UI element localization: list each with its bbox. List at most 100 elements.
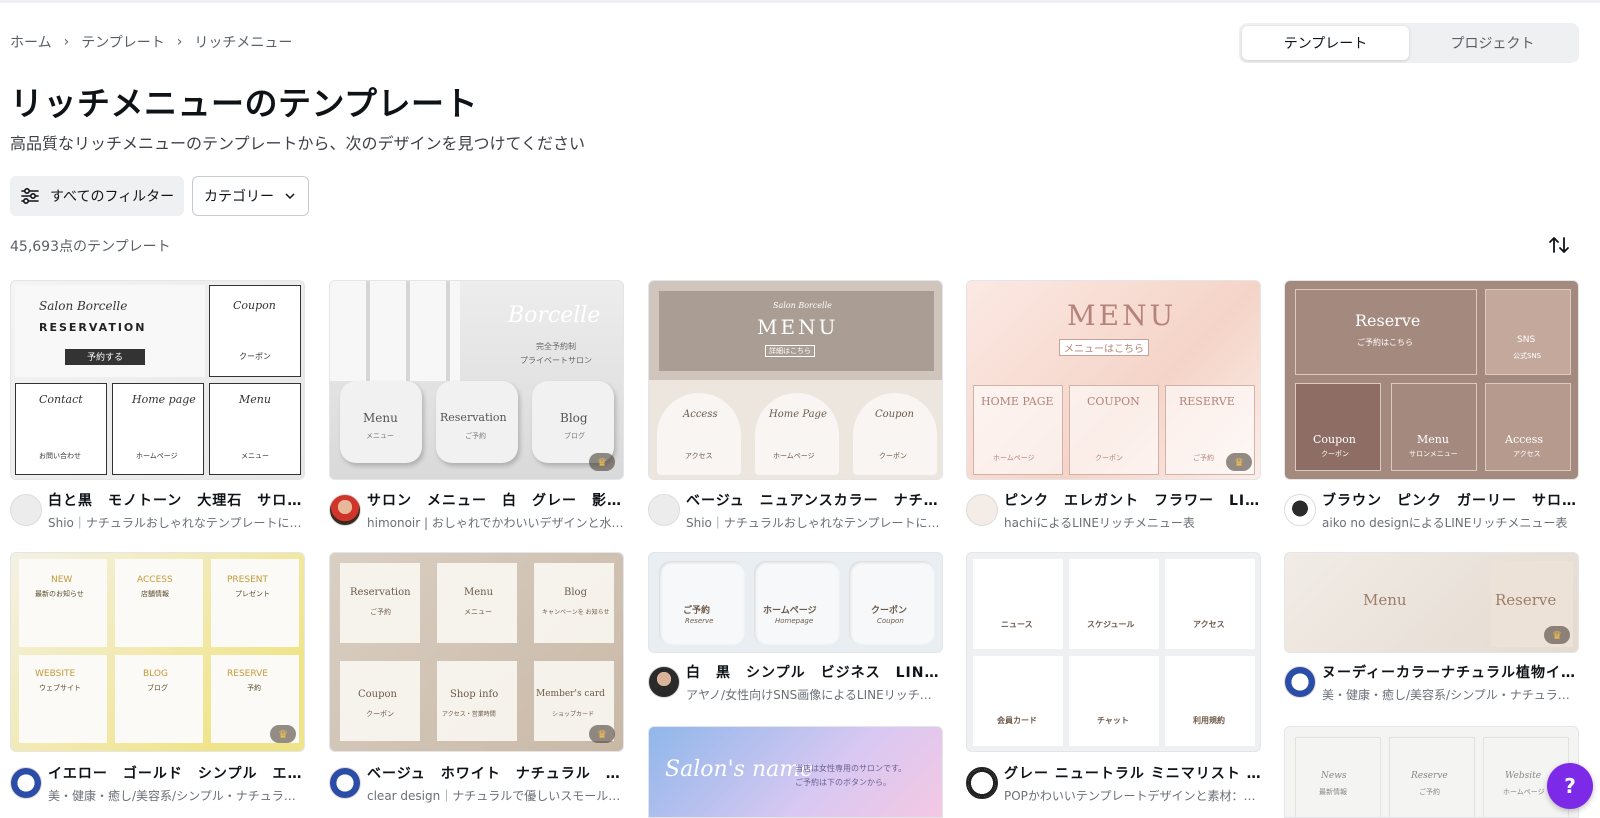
thumb-text: Homepage — [775, 617, 814, 625]
template-author[interactable]: Shio｜ナチュラルおしゃれなテンプレートに… — [686, 514, 943, 531]
all-filters-button[interactable]: すべてのフィルター — [10, 176, 184, 216]
thumb-text: ご予約はこちら — [1357, 338, 1413, 347]
thumb-text: Coupon — [877, 617, 904, 625]
template-author[interactable]: himonoir | おしゃれでかわいいデザインと水… — [367, 514, 624, 531]
breadcrumb-home[interactable]: ホーム — [10, 32, 52, 52]
template-title[interactable]: ブラウン ピンク ガーリー サロン… — [1322, 490, 1579, 510]
thumb-text: MENU — [1067, 299, 1177, 332]
thumb-text: Borcelle — [508, 303, 601, 328]
thumb-text: お問い合わせ — [39, 452, 81, 460]
crown-icon: ♛ — [1544, 626, 1570, 644]
breadcrumb-templates[interactable]: テンプレート — [81, 32, 165, 52]
thumb-text: Menu — [363, 411, 398, 425]
template-title[interactable]: 白と黒 モノトーン 大理石 サロン… — [48, 490, 305, 510]
thumb-text: 公式SNS — [1513, 352, 1542, 360]
thumb-text: アクセス — [1513, 450, 1541, 458]
template-author[interactable]: アヤノ/女性向けSNS画像によるLINEリッチメ… — [686, 686, 943, 703]
template-card-7[interactable]: Reservation ご予約 Menu メニュー Blog キャンペーンを お… — [329, 552, 624, 752]
thumb-text: ご予約 — [1193, 454, 1214, 462]
thumb-text: Salon's name — [665, 757, 814, 782]
template-meta-10: ヌーディーカラーナチュラル植物イラ… 美・健康・癒し/美容系/シンプル・ナチュラル… — [1284, 662, 1579, 703]
template-author[interactable]: clear design｜ナチュラルで優しいスモールビ… — [367, 787, 624, 804]
thumb-text: ブログ — [564, 432, 585, 440]
template-card-5[interactable]: Reserve ご予約はこちら SNS 公式SNS Coupon クーポン Me… — [1284, 280, 1579, 480]
thumb-text: アクセス・営業時間 — [442, 711, 496, 718]
template-title[interactable]: ベージュ ニュアンスカラー ナチュ… — [686, 490, 943, 510]
template-card-6[interactable]: NEW 最新のお知らせ ACCESS 店舗情報 PRESENT プレゼント WE… — [10, 552, 305, 752]
thumb-text: クーポン — [1321, 450, 1349, 458]
category-label: カテゴリー — [204, 189, 274, 205]
breadcrumb-current[interactable]: リッチメニュー — [194, 32, 292, 52]
avatar — [1284, 666, 1316, 698]
template-title[interactable]: 白 黒 シンプル ビジネス LINEリ… — [686, 662, 943, 682]
template-meta-8: 白 黒 シンプル ビジネス LINEリ… アヤノ/女性向けSNS画像によるLINE… — [648, 662, 943, 703]
thumb-text: Reserve — [1495, 591, 1557, 609]
sort-icon[interactable] — [1546, 232, 1572, 258]
template-title[interactable]: イエロー ゴールド シンプル エレ… — [48, 763, 305, 783]
view-switcher: テンプレート プロジェクト — [1239, 23, 1579, 63]
thumb-text: 会員カード — [997, 716, 1037, 725]
thumb-text: Coupon — [875, 409, 914, 420]
thumb-text: メニューはこちら — [1059, 339, 1149, 356]
template-card-12[interactable]: News 最新情報 Reserve ご予約 Website ホームページ — [1284, 726, 1579, 818]
thumb-text: MENU — [757, 315, 839, 339]
thumb-text: キャンペーンを お知らせ — [542, 609, 610, 616]
template-card-3[interactable]: Salon Borcelle MENU 詳細はこちら Access アクセス H… — [648, 280, 943, 480]
breadcrumb: ホーム › テンプレート › リッチメニュー — [10, 32, 292, 52]
thumb-text: Coupon — [358, 689, 397, 700]
sliders-icon — [21, 187, 39, 205]
thumb-text: クーポン — [1095, 454, 1123, 462]
thumb-text: HOME PAGE — [981, 395, 1054, 408]
template-author[interactable]: Shio｜ナチュラルおしゃれなテンプレートに… — [48, 514, 305, 531]
template-card-4[interactable]: MENU メニューはこちら HOME PAGE ホームページ COUPON クー… — [966, 280, 1261, 480]
thumb-text: Menu — [464, 587, 494, 598]
thumb-text: Reserve — [1411, 771, 1448, 781]
template-author[interactable]: 美・健康・癒し/美容系/シンプル・ナチュラル… — [1322, 686, 1579, 703]
template-title[interactable]: グレー ニュートラル ミニマリスト シン… — [1004, 763, 1261, 783]
thumb-text: 最新のお知らせ — [35, 590, 84, 598]
avatar — [966, 494, 998, 526]
thumb-text: ご予約 — [683, 606, 711, 616]
category-dropdown[interactable]: カテゴリー — [192, 176, 309, 216]
template-card-1[interactable]: Salon Borcelle RESERVATION 予約する Coupon ク… — [10, 280, 305, 480]
template-meta-1: 白と黒 モノトーン 大理石 サロン… Shio｜ナチュラルおしゃれなテンプレートに… — [10, 490, 305, 531]
thumb-text: Home page — [132, 393, 196, 406]
thumb-text: ウェブサイト — [39, 684, 81, 692]
thumb-text: Salon Borcelle — [773, 301, 832, 310]
thumb-text: Menu — [1417, 433, 1449, 446]
template-card-8[interactable]: ご予約 Reserve ホームページ Homepage クーポン Coupon — [648, 552, 943, 653]
template-title[interactable]: サロン メニュー 白 グレー 影 … — [367, 490, 624, 510]
thumb-text: Reserve — [1355, 311, 1421, 330]
thumb-text: 予約する — [87, 353, 124, 363]
thumb-text: ニュース — [1001, 620, 1033, 629]
thumb-text: Blog — [564, 587, 587, 598]
template-title[interactable]: ヌーディーカラーナチュラル植物イラ… — [1322, 662, 1579, 682]
template-meta-3: ベージュ ニュアンスカラー ナチュ… Shio｜ナチュラルおしゃれなテンプレートに… — [648, 490, 943, 531]
thumb-text: クーポン — [879, 452, 907, 460]
template-author[interactable]: 美・健康・癒し/美容系/シンプル・ナチュラル… — [48, 787, 305, 804]
template-card-9[interactable]: ニュース スケジュール アクセス 会員カード チャット 利用規約 — [966, 552, 1261, 752]
template-author[interactable]: hachiによるLINEリッチメニュー表 — [1004, 514, 1261, 531]
thumb-text: SNS — [1517, 335, 1536, 345]
template-card-10[interactable]: Menu Reserve ♛ — [1284, 552, 1579, 653]
thumb-text: ご予約 — [465, 432, 486, 440]
help-button[interactable]: ? — [1547, 763, 1593, 809]
tab-templates[interactable]: テンプレート — [1242, 26, 1409, 60]
thumb-text: ショップカード — [552, 711, 595, 718]
thumb-text: 店舗情報 — [141, 590, 169, 598]
template-meta-5: ブラウン ピンク ガーリー サロン… aiko no designによるLINEリ… — [1284, 490, 1579, 531]
template-author[interactable]: POPかわいいテンプレートデザインと素材：… — [1004, 787, 1261, 804]
thumb-text: クーポン — [871, 606, 908, 616]
crown-icon: ♛ — [1226, 453, 1252, 471]
template-author[interactable]: aiko no designによるLINEリッチメニュー表 — [1322, 514, 1579, 531]
template-card-2[interactable]: Borcelle 完全予約制 プライベートサロン Menu メニュー Reser… — [329, 280, 624, 480]
thumb-text: クーポン — [366, 710, 394, 718]
template-meta-7: ベージュ ホワイト ナチュラル 押… clear design｜ナチュラルで優しい… — [329, 763, 624, 804]
template-card-11[interactable]: Salon's name 当店は女性専用のサロンです。 ご予約は下のボタンから。 — [648, 726, 943, 818]
tab-projects[interactable]: プロジェクト — [1409, 26, 1576, 60]
template-title[interactable]: ベージュ ホワイト ナチュラル 押… — [367, 763, 624, 783]
thumb-text: ご予約 — [1419, 788, 1440, 796]
avatar — [329, 494, 361, 526]
template-title[interactable]: ピンク エレガント フラワー LINE… — [1004, 490, 1261, 510]
avatar — [966, 767, 998, 799]
